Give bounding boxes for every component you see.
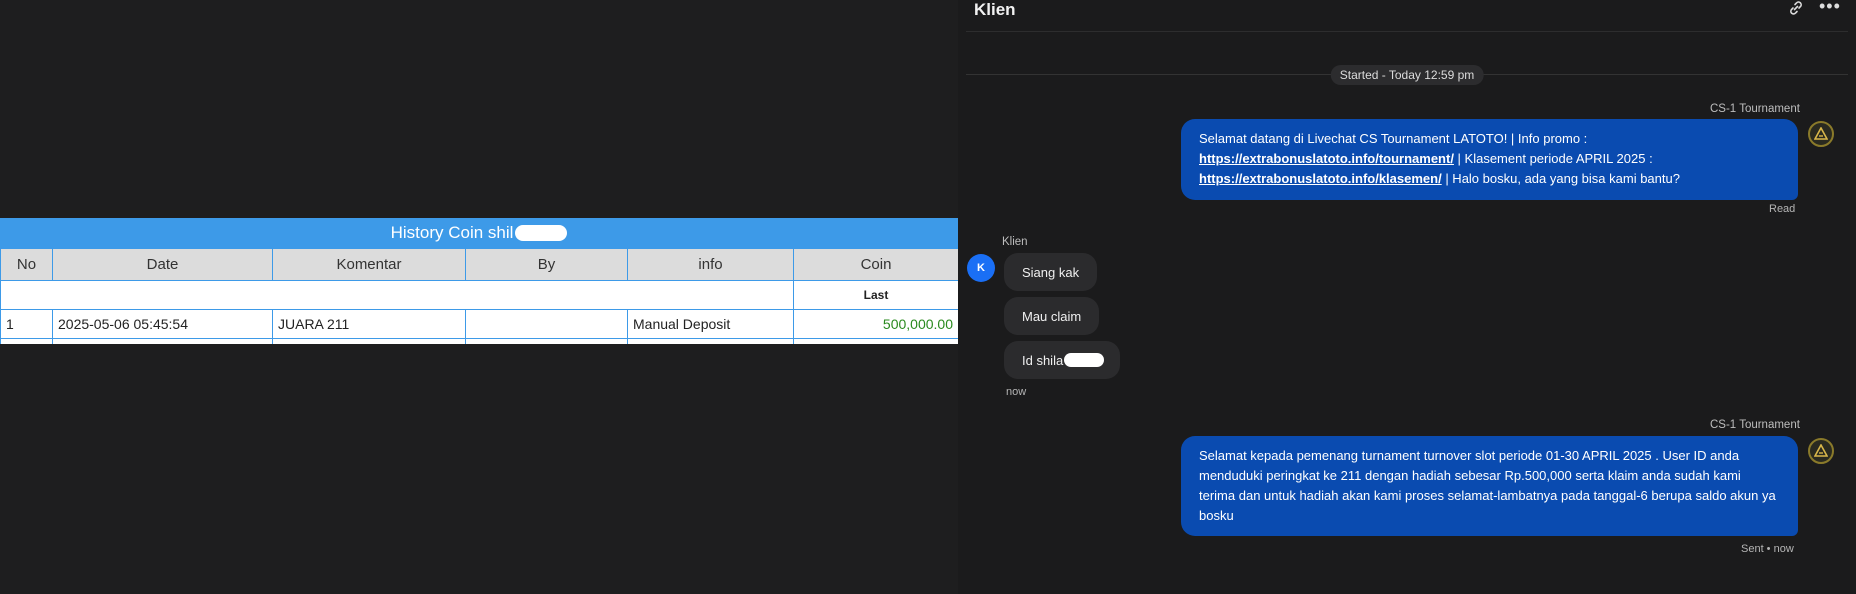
cell-date: 2025-05-06 05:45:54 bbox=[52, 309, 273, 339]
client-avatar: K bbox=[967, 254, 995, 282]
cell-no: 1 bbox=[0, 309, 53, 339]
cell-by bbox=[465, 309, 628, 339]
conversation-start-divider: Started - Today 12:59 pm bbox=[966, 63, 1848, 85]
table-row: 1 2025-05-06 05:45:54 JUARA 211 Manual D… bbox=[0, 309, 958, 339]
client-message-time: now bbox=[1006, 386, 1027, 398]
klasemen-link[interactable]: https://extrabonuslatoto.info/klasemen/ bbox=[1199, 171, 1442, 186]
history-coin-panel: History Coin shil No Date Komentar By in… bbox=[0, 218, 958, 344]
history-title-bar: History Coin shil bbox=[0, 218, 958, 248]
client-message-bubble: Mau claim bbox=[1004, 297, 1100, 335]
column-header-coin[interactable]: Coin bbox=[793, 248, 958, 281]
started-label: Started - Today 12:59 pm bbox=[1330, 65, 1484, 85]
link-icon[interactable] bbox=[1787, 0, 1805, 17]
chat-panel: Klien ••• Started - Today 12:59 pm CS-1 … bbox=[958, 0, 1856, 594]
message-text: | Klasement periode APRIL 2025 : bbox=[1453, 151, 1653, 166]
tournament-link[interactable]: https://extrabonuslatoto.info/tournament… bbox=[1199, 151, 1454, 166]
subheader-last: Last bbox=[793, 280, 958, 310]
contact-name: Klien bbox=[974, 0, 1016, 19]
redaction-mask bbox=[1064, 353, 1105, 367]
history-table: No Date Komentar By info Coin Last 1 202… bbox=[0, 248, 958, 344]
sent-status: Sent • now bbox=[1741, 543, 1794, 555]
agent-message-bubble: Selamat kepada pemenang turnament turnov… bbox=[1181, 436, 1798, 536]
cell-komentar: JUARA 211 bbox=[272, 309, 466, 339]
column-header-no[interactable]: No bbox=[0, 248, 53, 281]
bot-avatar-icon bbox=[1808, 121, 1834, 147]
cell-info: Manual Deposit bbox=[627, 309, 794, 339]
client-name-label: Klien bbox=[1002, 236, 1028, 248]
bot-avatar-icon bbox=[1808, 438, 1834, 464]
message-text: | Halo bosku, ada yang bisa kami bantu? bbox=[1441, 171, 1680, 186]
client-message-bubble: Siang kak bbox=[1004, 253, 1098, 291]
table-row-partial bbox=[0, 338, 958, 344]
redaction-mask bbox=[515, 225, 568, 241]
chat-header: Klien ••• bbox=[966, 0, 1848, 32]
cell-coin: 500,000.00 bbox=[793, 309, 958, 339]
read-status: Read bbox=[1769, 203, 1796, 215]
more-icon[interactable]: ••• bbox=[1819, 0, 1841, 17]
column-header-info[interactable]: info bbox=[627, 248, 794, 281]
column-header-komentar[interactable]: Komentar bbox=[272, 248, 466, 281]
column-header-date[interactable]: Date bbox=[52, 248, 273, 281]
column-header-by[interactable]: By bbox=[465, 248, 628, 281]
table-header-row: No Date Komentar By info Coin bbox=[0, 248, 958, 281]
message-text: Selamat datang di Livechat CS Tournament… bbox=[1199, 131, 1588, 146]
client-message-bubble: Id shila bbox=[1004, 341, 1121, 379]
subheader-empty bbox=[0, 280, 794, 310]
history-title: History Coin shil bbox=[390, 223, 514, 242]
subheader-row: Last bbox=[0, 280, 958, 310]
message-text: Selamat kepada pemenang turnament turnov… bbox=[1199, 448, 1776, 523]
agent-name-label: CS-1 Tournament bbox=[1710, 419, 1800, 431]
agent-message-bubble: Selamat datang di Livechat CS Tournament… bbox=[1181, 119, 1798, 200]
agent-name-label: CS-1 Tournament bbox=[1710, 103, 1800, 115]
